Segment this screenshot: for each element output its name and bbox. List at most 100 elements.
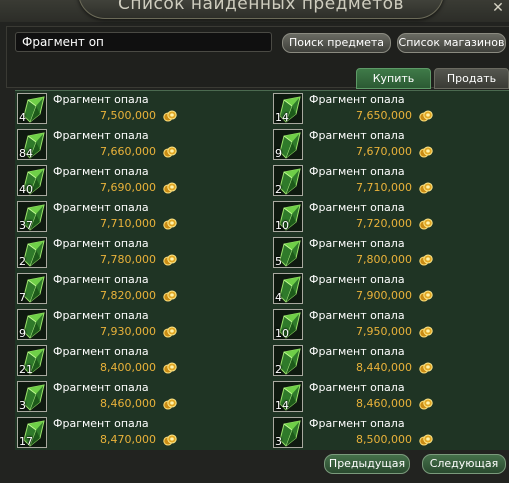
next-page-button[interactable]: Следующая [422,454,506,474]
list-item[interactable]: 9 Фрагмент опала 7,670,000 [271,127,509,163]
list-item[interactable]: 2 Фрагмент опала 8,440,000 [271,343,509,379]
coin-icon [419,146,433,158]
list-item[interactable]: 21 Фрагмент опала 8,400,000 [15,343,255,379]
item-slot[interactable]: 4 [273,273,303,304]
list-item[interactable]: 4 Фрагмент опала 7,500,000 [15,91,255,127]
list-item[interactable]: 9 Фрагмент опала 7,930,000 [15,307,255,343]
item-slot[interactable]: 5 [273,237,303,268]
list-item[interactable]: 17 Фрагмент опала 8,470,000 [15,415,255,451]
item-count: 17 [19,435,33,448]
item-slot[interactable]: 9 [273,129,303,160]
coin-icon [419,182,433,194]
item-name: Фрагмент опала [309,201,405,214]
list-item[interactable]: 40 Фрагмент опала 7,690,000 [15,163,255,199]
item-count: 4 [275,291,282,304]
item-price: 8,500,000 [356,433,412,446]
item-price: 7,950,000 [356,325,412,338]
item-price: 8,460,000 [356,397,412,410]
coin-icon [163,398,177,410]
item-name: Фрагмент опала [309,237,405,250]
item-price: 7,500,000 [100,109,156,122]
list-item[interactable]: 84 Фрагмент опала 7,660,000 [15,127,255,163]
item-price: 7,660,000 [100,145,156,158]
item-count: 2 [19,255,26,268]
item-slot[interactable]: 14 [273,93,303,124]
coin-icon [163,218,177,230]
item-count: 14 [275,111,289,124]
item-name: Фрагмент опала [309,417,405,430]
item-slot[interactable]: 40 [17,165,47,196]
list-item[interactable]: 14 Фрагмент опала 7,650,000 [271,91,509,127]
item-name: Фрагмент опала [53,201,149,214]
item-slot[interactable]: 2 [17,237,47,268]
coin-icon [163,434,177,446]
coin-icon [163,110,177,122]
item-count: 10 [275,219,289,232]
item-count: 40 [19,183,33,196]
item-count: 14 [275,399,289,412]
list-item[interactable]: 2 Фрагмент опала 7,710,000 [271,163,509,199]
coin-icon [163,146,177,158]
item-name: Фрагмент опала [309,345,405,358]
item-slot[interactable]: 37 [17,201,47,232]
item-slot[interactable]: 2 [273,345,303,376]
item-list: 4 Фрагмент опала 7,500,000 14 Фрагмент опала… [15,90,509,450]
item-count: 5 [275,255,282,268]
item-price: 7,710,000 [100,217,156,230]
item-name: Фрагмент опала [53,345,149,358]
close-icon[interactable]: ✕ [490,0,506,16]
list-item[interactable]: 5 Фрагмент опала 7,800,000 [271,235,509,271]
item-price: 8,470,000 [100,433,156,446]
search-input[interactable] [15,32,272,52]
item-count: 10 [275,327,289,340]
item-name: Фрагмент опала [53,381,149,394]
list-item[interactable]: 37 Фрагмент опала 7,710,000 [15,199,255,235]
item-count: 3 [275,435,282,448]
item-slot[interactable]: 3 [273,417,303,448]
item-count: 9 [19,327,26,340]
item-slot[interactable]: 9 [17,309,47,340]
item-price: 7,690,000 [100,181,156,194]
list-item[interactable]: 3 Фрагмент опала 8,460,000 [15,379,255,415]
list-item[interactable]: 14 Фрагмент опала 8,460,000 [271,379,509,415]
item-slot[interactable]: 2 [273,165,303,196]
item-slot[interactable]: 7 [17,273,47,304]
item-count: 2 [275,363,282,376]
item-slot[interactable]: 10 [273,201,303,232]
shop-list-button[interactable]: Список магазинов [397,33,506,53]
tab-buy[interactable]: Купить [356,68,431,89]
coin-icon [163,182,177,194]
list-item[interactable]: 2 Фрагмент опала 7,780,000 [15,235,255,271]
list-item[interactable]: 10 Фрагмент опала 7,720,000 [271,199,509,235]
tab-sell[interactable]: Продать [434,68,509,89]
item-name: Фрагмент опала [309,129,405,142]
item-price: 7,670,000 [356,145,412,158]
item-name: Фрагмент опала [53,237,149,250]
list-item[interactable]: 4 Фрагмент опала 7,900,000 [271,271,509,307]
coin-icon [419,434,433,446]
item-slot[interactable]: 17 [17,417,47,448]
list-item[interactable]: 3 Фрагмент опала 8,500,000 [271,415,509,451]
item-price: 8,440,000 [356,361,412,374]
list-item[interactable]: 7 Фрагмент опала 7,820,000 [15,271,255,307]
item-slot[interactable]: 3 [17,381,47,412]
previous-page-button[interactable]: Предыдущая [324,454,410,474]
item-slot[interactable]: 84 [17,129,47,160]
item-slot[interactable]: 4 [17,93,47,124]
found-items-window: Список найденных предметов ✕ Поиск предм… [0,0,509,483]
item-slot[interactable]: 21 [17,345,47,376]
item-slot[interactable]: 10 [273,309,303,340]
item-count: 21 [19,363,33,376]
window-title: Список найденных предметов [117,0,405,14]
coin-icon [419,362,433,374]
item-name: Фрагмент опала [53,273,149,286]
coin-icon [419,254,433,266]
list-item[interactable]: 10 Фрагмент опала 7,950,000 [271,307,509,343]
item-slot[interactable]: 14 [273,381,303,412]
item-price: 7,710,000 [356,181,412,194]
search-item-button[interactable]: Поиск предмета [282,33,391,53]
coin-icon [419,326,433,338]
item-count: 9 [275,147,282,160]
coin-icon [419,290,433,302]
coin-icon [163,362,177,374]
